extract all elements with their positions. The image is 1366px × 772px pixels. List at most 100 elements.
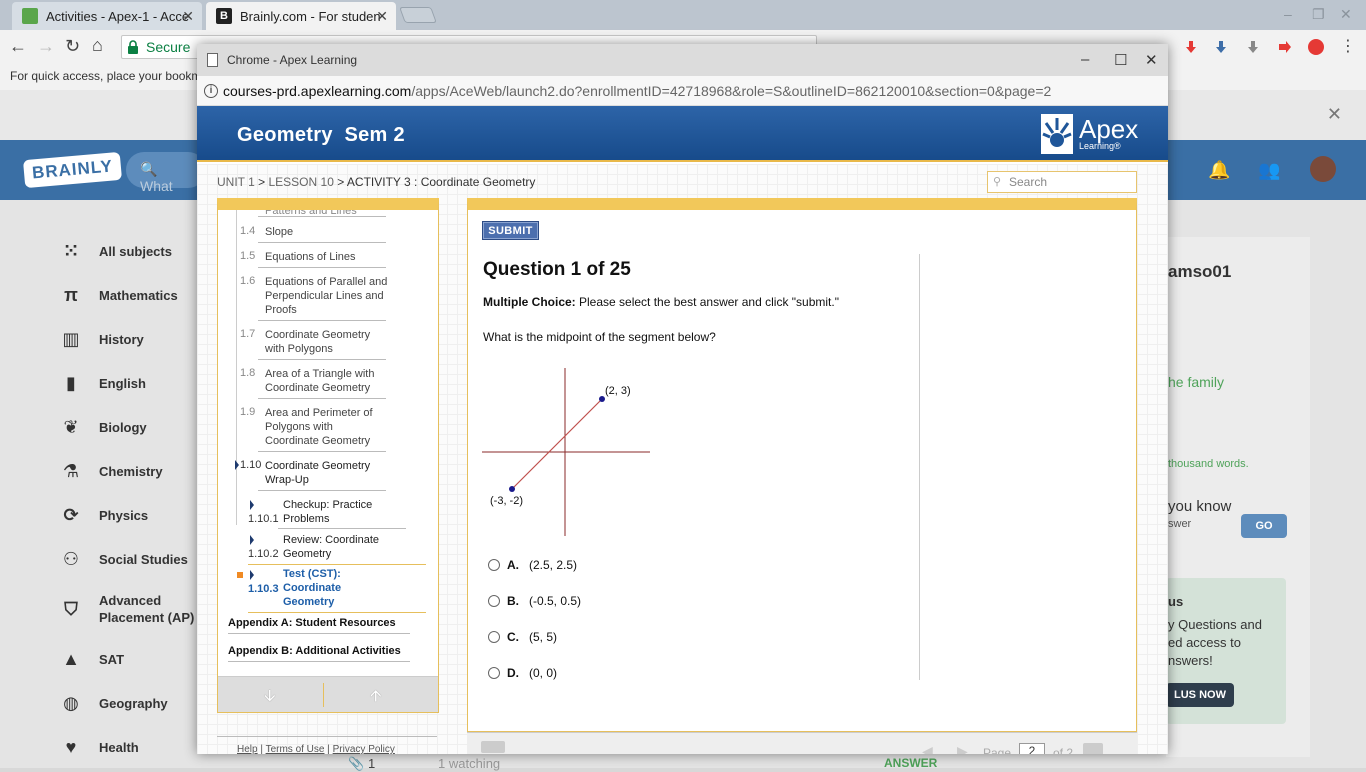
scroll-up-button[interactable]: 🡩: [370, 685, 382, 712]
subject-mathematics[interactable]: π Mathematics: [60, 284, 178, 306]
globe-icon: ◍: [63, 693, 79, 713]
outline-num: 1.6: [240, 275, 256, 287]
secure-indicator[interactable]: Secure: [126, 39, 190, 55]
home-icon[interactable]: ⌂: [92, 35, 103, 56]
info-icon[interactable]: i: [204, 84, 218, 98]
tab-brainly[interactable]: B Brainly.com - For studen ✕: [206, 2, 396, 30]
subject-history[interactable]: ▥ History: [60, 328, 144, 350]
notifications-icon[interactable]: 🔔: [1208, 160, 1230, 181]
next-page-icon[interactable]: ▶: [957, 743, 968, 754]
page-number-input[interactable]: 2: [1019, 743, 1045, 754]
extension-icon[interactable]: [1245, 39, 1261, 55]
outline-item-1-5[interactable]: Equations of Lines: [265, 250, 387, 264]
choice-d[interactable]: D. (0, 0): [488, 666, 557, 680]
outline-item-1-4[interactable]: Slope: [265, 225, 387, 239]
brainly-search-input[interactable]: 🔍 What: [126, 152, 206, 194]
minimize-icon[interactable]: –: [1081, 51, 1089, 68]
did-you-know-text: you know: [1168, 498, 1232, 515]
scroll-down-button[interactable]: 🡫: [264, 685, 276, 712]
close-icon[interactable]: ✕: [1145, 51, 1158, 69]
outline-item-1-6[interactable]: Equations of Parallel and Perpendicular …: [265, 275, 389, 317]
submit-button[interactable]: SUBMIT: [482, 221, 539, 240]
help-link[interactable]: Help: [237, 744, 258, 754]
subject-health[interactable]: ♥ Health: [60, 736, 139, 758]
menu-icon[interactable]: ⋮: [1340, 36, 1356, 56]
outline-subitem-1-10-1[interactable]: Checkup: Practice Problems: [283, 498, 393, 526]
outline-appendix-b[interactable]: Appendix B: Additional Activities: [228, 644, 401, 658]
radio-button[interactable]: [488, 595, 500, 607]
username[interactable]: amso01: [1168, 262, 1231, 282]
outline-divider: [258, 216, 386, 217]
leaf-icon: ❦: [63, 417, 79, 437]
go-page-button[interactable]: [1083, 743, 1103, 754]
extension-icon[interactable]: [1308, 39, 1324, 55]
tab-apex-title: Activities - Apex-1 - Acce: [46, 8, 190, 24]
outline-subitem-1-10-2[interactable]: Review: Coordinate Geometry: [283, 533, 393, 561]
subject-social-studies[interactable]: ⚇ Social Studies: [60, 548, 188, 570]
outline-item-1-9[interactable]: Area and Perimeter of Polygons with Coor…: [265, 406, 387, 448]
extension-icon[interactable]: [1183, 39, 1199, 55]
subject-chemistry[interactable]: ⚗ Chemistry: [60, 460, 163, 482]
subject-label: History: [99, 331, 144, 347]
outline-item-1-7[interactable]: Coordinate Geometry with Polygons: [265, 328, 387, 356]
breadcrumb-lesson[interactable]: LESSON 10: [269, 175, 334, 189]
brainly-favicon-icon: B: [216, 8, 232, 24]
go-button[interactable]: GO: [1241, 514, 1287, 538]
breadcrumb-unit[interactable]: UNIT 1: [217, 175, 255, 189]
outline-divider: [248, 564, 426, 565]
breadcrumb: UNIT 1 > LESSON 10 > ACTIVITY 3 : Coordi…: [217, 175, 535, 189]
flag-icon: [250, 500, 254, 510]
forward-icon[interactable]: →: [37, 36, 55, 57]
subject-advanced-placement[interactable]: ⛉ Advanced Placement (AP): [60, 592, 200, 626]
back-icon[interactable]: ←: [9, 36, 27, 57]
tab-apex[interactable]: Activities - Apex-1 - Acce ✕: [12, 2, 202, 30]
subject-all-subjects[interactable]: ⁙ All subjects: [60, 240, 172, 262]
prev-page-icon[interactable]: ◀: [922, 743, 933, 754]
extension-icon[interactable]: [1213, 39, 1229, 55]
subject-geography[interactable]: ◍ Geography: [60, 692, 167, 714]
print-icon[interactable]: [481, 741, 505, 753]
apex-search-input[interactable]: ⚲ Search: [987, 171, 1137, 193]
choice-a[interactable]: A. (2.5, 2.5): [488, 558, 577, 572]
subject-english[interactable]: ▮ English: [60, 372, 146, 394]
close-window-icon[interactable]: ✕: [1340, 6, 1352, 23]
radio-button[interactable]: [488, 667, 500, 679]
outline-divider: [258, 242, 386, 243]
reload-icon[interactable]: ↻: [65, 36, 80, 57]
outline-tree-line: [236, 210, 237, 525]
flag-icon: [250, 535, 254, 545]
subject-biology[interactable]: ❦ Biology: [60, 416, 146, 438]
outline-num: 1.7: [240, 328, 256, 340]
close-icon[interactable]: ✕: [1327, 104, 1342, 125]
outline-item-1-10[interactable]: Coordinate Geometry Wrap-Up: [265, 459, 387, 487]
friends-icon[interactable]: 👥: [1258, 160, 1280, 181]
close-tab-icon[interactable]: ✕: [182, 8, 194, 25]
search-icon: 🔍: [140, 161, 158, 177]
subject-sat[interactable]: ▲ SAT: [60, 648, 124, 670]
choice-c[interactable]: C. (5, 5): [488, 630, 557, 644]
choice-b[interactable]: B. (-0.5, 0.5): [488, 594, 581, 608]
outline-item-1-8[interactable]: Area of a Triangle with Coordinate Geome…: [265, 367, 387, 395]
outline-appendix-a[interactable]: Appendix A: Student Resources: [228, 616, 396, 630]
outline-divider: [228, 661, 410, 662]
outline-subitem-1-10-3[interactable]: Test (CST): Coordinate Geometry: [283, 567, 353, 609]
privacy-link[interactable]: Privacy Policy: [333, 744, 395, 754]
popup-url-bar[interactable]: courses-prd.apexlearning.com/apps/AceWeb…: [197, 76, 1168, 106]
family-link[interactable]: he family: [1168, 374, 1224, 390]
terms-link[interactable]: Terms of Use: [266, 744, 325, 754]
extension-icon[interactable]: [1277, 39, 1293, 55]
apex-logo: Apex Learning®: [1041, 114, 1138, 154]
maximize-icon[interactable]: ❐: [1312, 6, 1325, 23]
mortarboard-icon: ▲: [62, 649, 80, 669]
join-plus-button[interactable]: LUS NOW: [1166, 683, 1234, 707]
maximize-icon[interactable]: ☐: [1114, 51, 1127, 69]
new-tab-button[interactable]: [399, 7, 437, 23]
minimize-icon[interactable]: –: [1284, 6, 1292, 22]
radio-button[interactable]: [488, 559, 500, 571]
close-tab-icon[interactable]: ✕: [376, 8, 388, 25]
radio-button[interactable]: [488, 631, 500, 643]
thousand-words-text: thousand words.: [1168, 458, 1249, 470]
avatar[interactable]: [1310, 156, 1336, 182]
outline-divider: [258, 267, 386, 268]
subject-physics[interactable]: ⟳ Physics: [60, 504, 148, 526]
